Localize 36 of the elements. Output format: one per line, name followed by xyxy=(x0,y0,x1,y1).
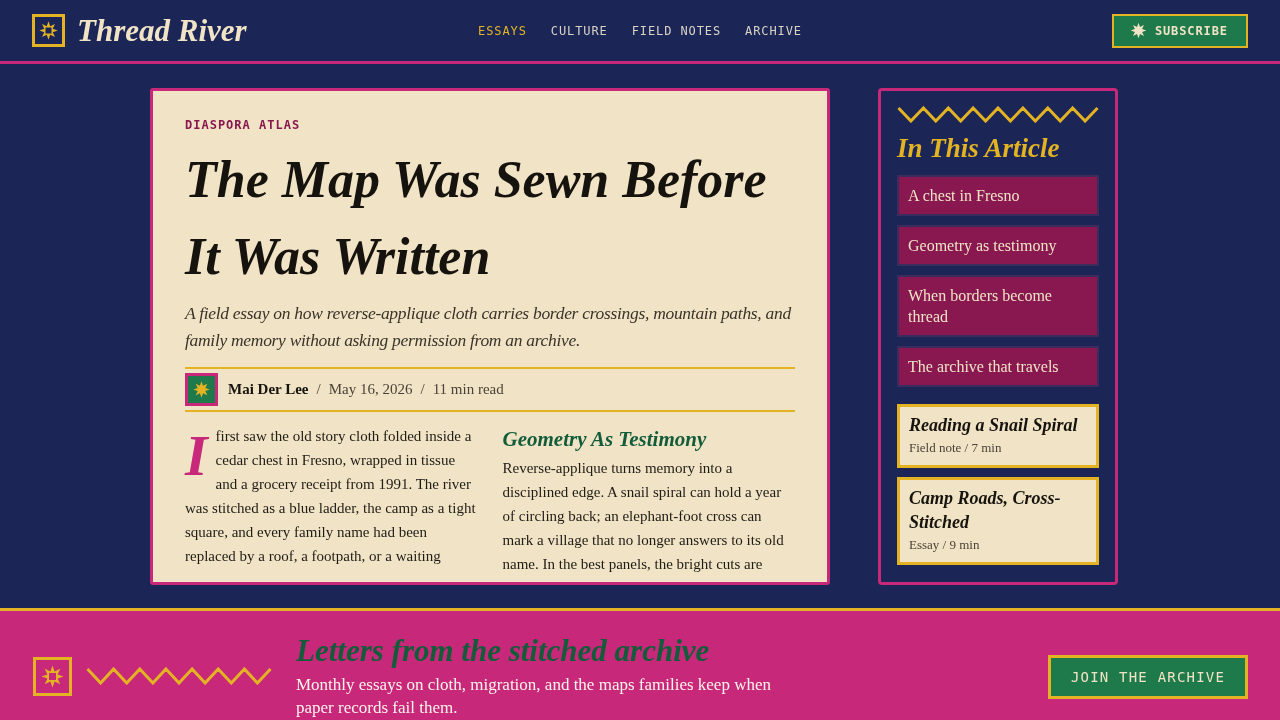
related-article-card[interactable]: Camp Roads, Cross-Stitched Essay / 9 min xyxy=(897,477,1099,565)
site-name[interactable]: Thread River xyxy=(77,10,247,51)
zigzag-icon xyxy=(897,106,1099,123)
card-meta: Field note / 7 min xyxy=(909,439,1003,457)
publish-date: May 16, 2026 xyxy=(328,381,413,398)
nav-link[interactable]: ARCHIVE xyxy=(745,22,802,39)
newsletter-heading: Letters from the stitched archive xyxy=(296,633,711,669)
card-meta: Essay / 9 min xyxy=(909,536,981,554)
toc-link[interactable]: When borders become thread xyxy=(897,275,1099,337)
related-article-card[interactable]: Reading a Snail Spiral Field note / 7 min xyxy=(897,404,1099,468)
toc-link[interactable]: A chest in Fresno xyxy=(897,175,1099,216)
article-title: The Map Was Sewn Before It Was Written xyxy=(185,150,768,287)
star-logo-icon xyxy=(33,657,72,696)
subscribe-button[interactable]: SUBSCRIBE xyxy=(1111,13,1248,48)
byline-separator: / xyxy=(316,381,321,398)
author-name: Mai Der Lee xyxy=(228,381,309,398)
star-icon xyxy=(1129,22,1147,39)
card-title: Reading a Snail Spiral xyxy=(909,414,1079,437)
avatar-icon xyxy=(185,373,218,406)
article-kicker: DIASPORA ATLAS xyxy=(185,117,302,133)
star-logo-icon[interactable] xyxy=(32,14,65,47)
article-subtitle: A field essay on how reverse-applique cloth carries border crossings, mountain paths, and family memory without asking permission from an archive. xyxy=(185,302,793,352)
nav-link[interactable]: FIELD NOTES xyxy=(631,22,722,39)
zigzag-icon xyxy=(86,667,272,685)
nav-link[interactable]: ESSAYS xyxy=(478,22,527,39)
card-title: Camp Roads, Cross-Stitched xyxy=(909,487,1062,534)
toc-link[interactable]: The archive that travels xyxy=(897,346,1099,387)
section-heading: Geometry As Testimony xyxy=(502,426,708,452)
byline-separator: / xyxy=(420,381,425,398)
join-button[interactable]: JOIN THE ARCHIVE xyxy=(1048,655,1248,699)
read-time: 11 min read xyxy=(432,381,504,398)
nav-link[interactable]: CULTURE xyxy=(550,22,608,39)
toc-link[interactable]: Geometry as testimony xyxy=(897,225,1099,266)
sidebar-title: In This Article xyxy=(897,132,1061,165)
body-paragraph: Reverse-applique turns memory into a disciplined edge. A snail spiral can hold a year of circling back; an elephant-foot cross can mark a village that no longer answers to its old name. In the best panels, the bright cuts are xyxy=(502,459,785,574)
newsletter-text: Monthly essays on cloth, migration, and the maps families keep when paper records fail them. xyxy=(296,674,772,719)
